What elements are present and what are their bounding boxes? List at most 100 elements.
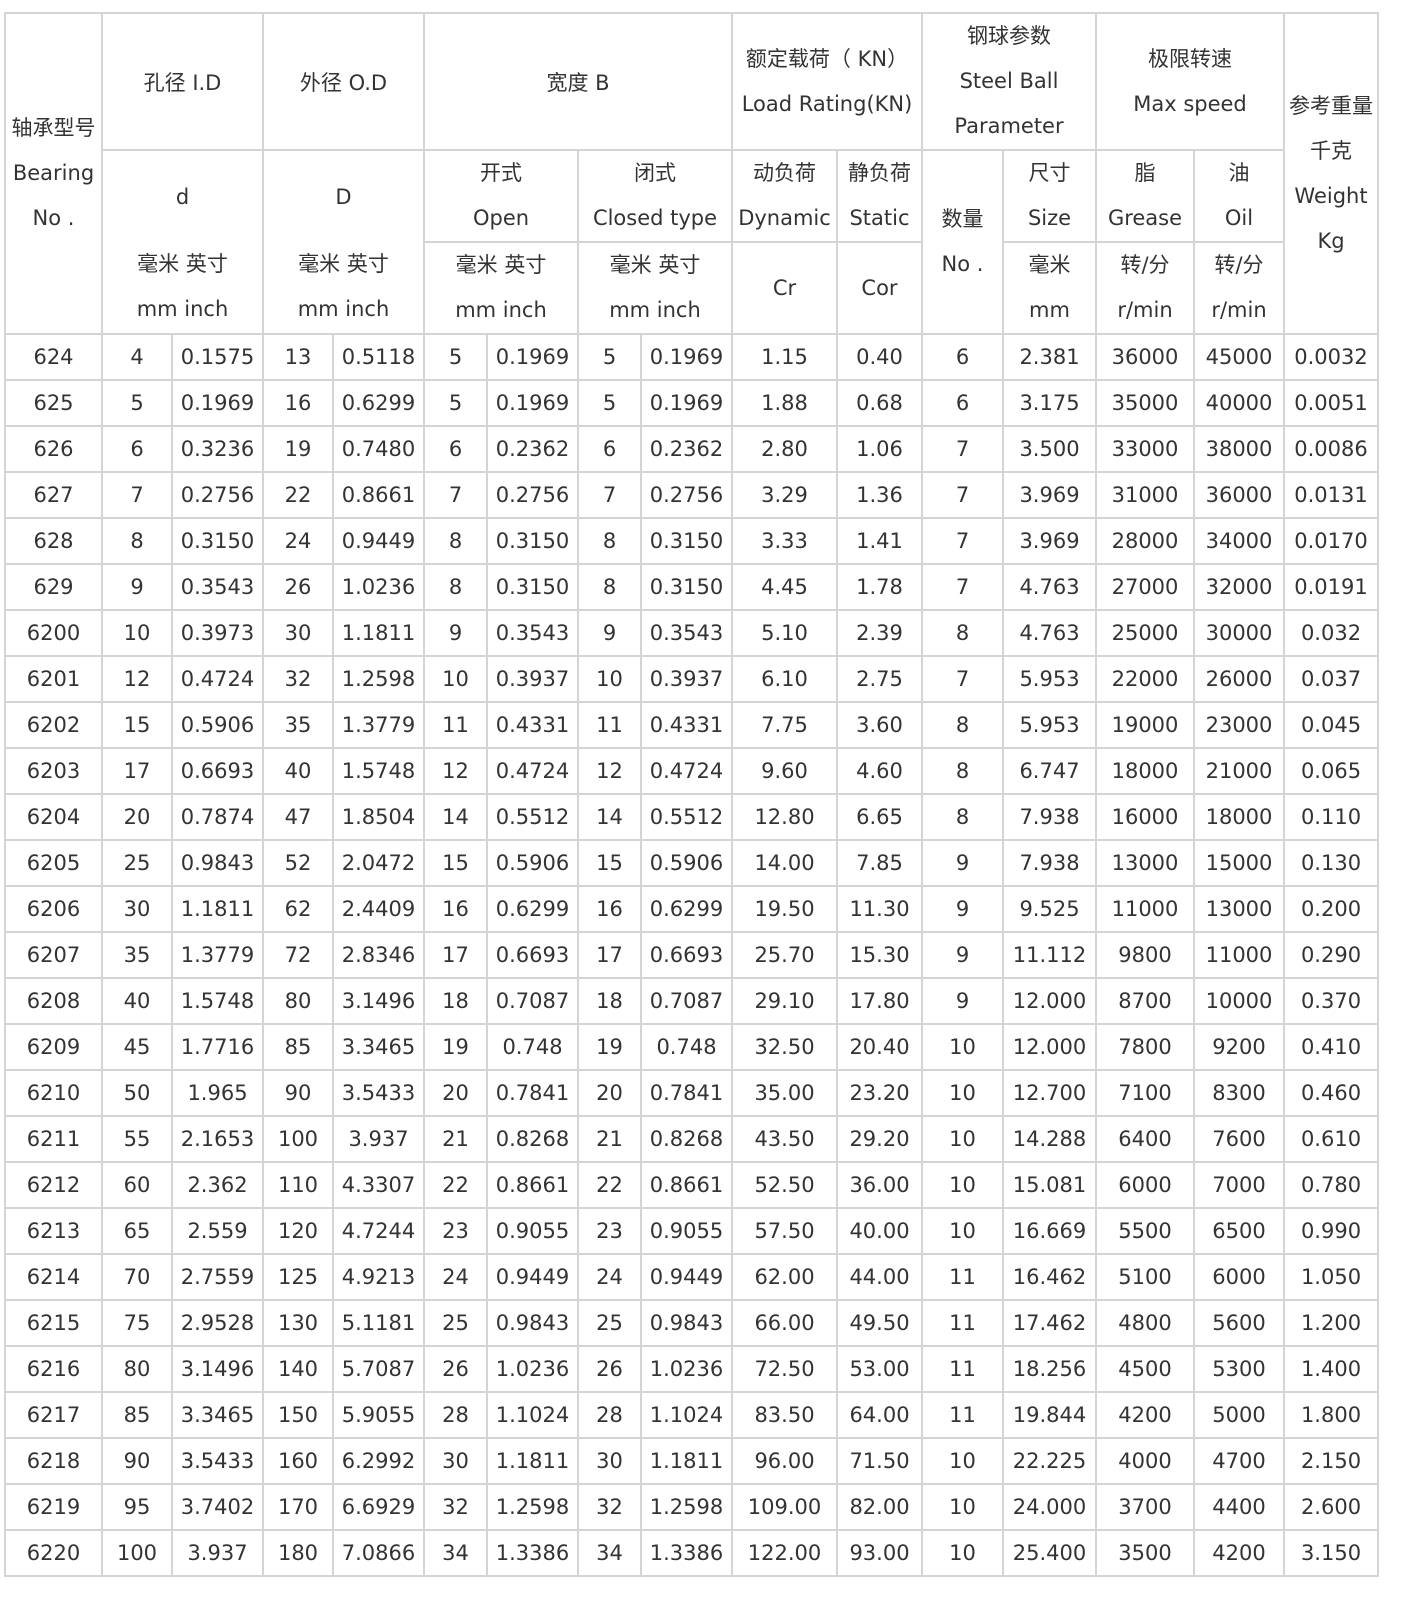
cell-grease-speed: 6000 [1095, 1161, 1195, 1209]
cell-open-inch: 0.8268 [486, 1115, 579, 1163]
cell-bore-mm: 75 [101, 1299, 173, 1347]
cell-bore-inch: 3.3465 [171, 1391, 264, 1439]
cell-closed-mm: 24 [577, 1253, 642, 1301]
cell-od-inch: 1.8504 [332, 793, 425, 841]
table-row: 6204 20 0.7874 47 1.8504 14 0.5512 14 0.5512 12.8… [4, 793, 1379, 841]
cell-od-inch: 4.3307 [332, 1161, 425, 1209]
cell-dynamic-cr: 62.00 [731, 1253, 838, 1301]
cell-dynamic-cr: 14.00 [731, 839, 838, 887]
cell-open-mm: 24 [423, 1253, 488, 1301]
cell-open-inch: 0.748 [486, 1023, 579, 1071]
cell-open-mm: 5 [423, 379, 488, 427]
cell-closed-inch: 0.8661 [640, 1161, 733, 1209]
header-load-rating: 额定载荷（ KN） Load Rating(KN) [731, 12, 923, 151]
cell-open-mm: 21 [423, 1115, 488, 1163]
cell-dynamic-cr: 72.50 [731, 1345, 838, 1393]
cell-open-inch: 0.4724 [486, 747, 579, 795]
cell-bore-mm: 45 [101, 1023, 173, 1071]
cell-weight: 0.032 [1283, 609, 1379, 657]
header-steel-ball: 钢球参数 Steel Ball Parameter [921, 12, 1097, 151]
cell-open-inch: 0.3937 [486, 655, 579, 703]
cell-bearing-no: 6216 [4, 1345, 103, 1393]
table-row: 6203 17 0.6693 40 1.5748 12 0.4724 12 0.4724 9.60… [4, 747, 1379, 795]
cell-static-cor: 82.00 [836, 1483, 923, 1531]
cell-ball-size: 3.175 [1002, 379, 1097, 427]
cell-oil-speed: 40000 [1193, 379, 1285, 427]
cell-bearing-no: 6220 [4, 1529, 103, 1577]
cell-grease-speed: 4800 [1095, 1299, 1195, 1347]
cell-bearing-no: 6204 [4, 793, 103, 841]
cell-grease-speed: 25000 [1095, 609, 1195, 657]
header-closed: 闭式 Closed type [577, 149, 733, 243]
cell-bore-inch: 0.1969 [171, 379, 264, 427]
cell-bore-mm: 70 [101, 1253, 173, 1301]
table-row: 6209 45 1.7716 85 3.3465 19 0.748 19 0.748 32.50 2… [4, 1023, 1379, 1071]
cell-ball-size: 12.700 [1002, 1069, 1097, 1117]
cell-bore-mm: 60 [101, 1161, 173, 1209]
cell-grease-speed: 11000 [1095, 885, 1195, 933]
cell-dynamic-cr: 4.45 [731, 563, 838, 611]
cell-bore-inch: 2.362 [171, 1161, 264, 1209]
cell-dynamic-cr: 32.50 [731, 1023, 838, 1071]
table-row: 627 7 0.2756 22 0.8661 7 0.2756 7 0.2756 3.29 1.36… [4, 471, 1379, 519]
cell-bore-mm: 17 [101, 747, 173, 795]
cell-od-inch: 0.5118 [332, 333, 425, 381]
cell-closed-inch: 0.9843 [640, 1299, 733, 1347]
cell-od-inch: 4.9213 [332, 1253, 425, 1301]
cell-bore-inch: 3.5433 [171, 1437, 264, 1485]
cell-closed-mm: 25 [577, 1299, 642, 1347]
cell-closed-inch: 0.6299 [640, 885, 733, 933]
header-oil-units: 转/分 r/min [1193, 241, 1285, 335]
cell-closed-mm: 19 [577, 1023, 642, 1071]
cell-weight: 0.990 [1283, 1207, 1379, 1255]
cell-ball-count: 10 [921, 1115, 1004, 1163]
cell-bore-inch: 0.6693 [171, 747, 264, 795]
cell-closed-inch: 0.3937 [640, 655, 733, 703]
cell-closed-inch: 1.2598 [640, 1483, 733, 1531]
cell-ball-size: 22.225 [1002, 1437, 1097, 1485]
cell-closed-inch: 0.9055 [640, 1207, 733, 1255]
cell-oil-speed: 32000 [1193, 563, 1285, 611]
cell-grease-speed: 8700 [1095, 977, 1195, 1025]
cell-bore-inch: 0.2756 [171, 471, 264, 519]
cell-closed-mm: 17 [577, 931, 642, 979]
table-row: 6210 50 1.965 90 3.5433 20 0.7841 20 0.7841 35.00… [4, 1069, 1379, 1117]
cell-od-mm: 120 [262, 1207, 334, 1255]
cell-oil-speed: 38000 [1193, 425, 1285, 473]
cell-static-cor: 23.20 [836, 1069, 923, 1117]
cell-ball-count: 9 [921, 839, 1004, 887]
cell-weight: 1.400 [1283, 1345, 1379, 1393]
cell-od-inch: 4.7244 [332, 1207, 425, 1255]
header-cr: Cr [731, 241, 838, 335]
cell-oil-speed: 5300 [1193, 1345, 1285, 1393]
cell-ball-size: 12.000 [1002, 1023, 1097, 1071]
cell-ball-count: 11 [921, 1299, 1004, 1347]
cell-weight: 0.460 [1283, 1069, 1379, 1117]
cell-dynamic-cr: 83.50 [731, 1391, 838, 1439]
cell-open-inch: 0.2362 [486, 425, 579, 473]
cell-bore-mm: 90 [101, 1437, 173, 1485]
cell-open-mm: 6 [423, 425, 488, 473]
cell-bore-inch: 1.1811 [171, 885, 264, 933]
cell-closed-inch: 0.5512 [640, 793, 733, 841]
cell-ball-count: 9 [921, 885, 1004, 933]
cell-closed-mm: 23 [577, 1207, 642, 1255]
cell-od-mm: 62 [262, 885, 334, 933]
cell-bearing-no: 6208 [4, 977, 103, 1025]
cell-closed-mm: 14 [577, 793, 642, 841]
cell-closed-inch: 0.3543 [640, 609, 733, 657]
cell-od-inch: 5.9055 [332, 1391, 425, 1439]
cell-closed-inch: 0.9449 [640, 1253, 733, 1301]
cell-open-mm: 8 [423, 563, 488, 611]
cell-bore-mm: 8 [101, 517, 173, 565]
header-ball-no: 数量 No . [921, 149, 1004, 335]
cell-open-inch: 0.2756 [486, 471, 579, 519]
cell-open-inch: 1.2598 [486, 1483, 579, 1531]
cell-od-mm: 40 [262, 747, 334, 795]
cell-od-inch: 2.4409 [332, 885, 425, 933]
cell-bore-mm: 40 [101, 977, 173, 1025]
cell-od-inch: 0.7480 [332, 425, 425, 473]
cell-weight: 3.150 [1283, 1529, 1379, 1577]
cell-grease-speed: 3700 [1095, 1483, 1195, 1531]
table-row: 6220 100 3.937 180 7.0866 34 1.3386 34 1.3386 122… [4, 1529, 1379, 1577]
